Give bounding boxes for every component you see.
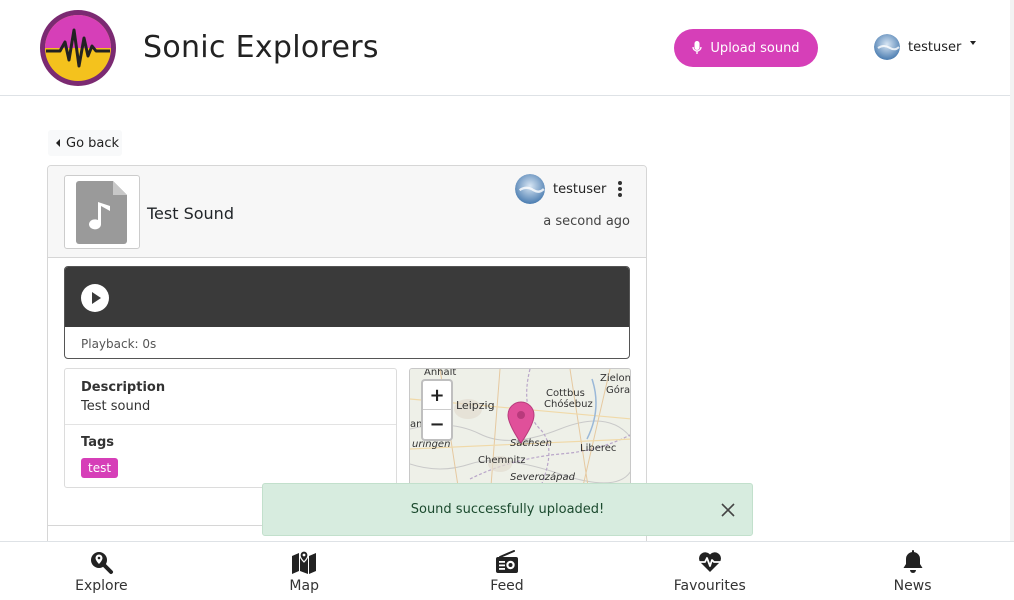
playback-status: Playback: 0s	[81, 337, 157, 351]
username-label: testuser	[908, 39, 962, 55]
map-label: Chemnitz	[478, 455, 526, 466]
description-section: Description Test sound	[65, 369, 396, 425]
page: Sonic Explorers Upload sound testuser Go…	[0, 0, 1014, 600]
map-label: Góra	[606, 385, 631, 396]
more-options-icon[interactable]	[613, 180, 627, 198]
bell-icon	[903, 550, 923, 573]
audio-player: Playback: 0s	[64, 266, 630, 359]
map-label: Severozápad	[510, 472, 575, 483]
scrollbar[interactable]	[1010, 0, 1014, 600]
tag-chip[interactable]: test	[81, 458, 119, 478]
play-button[interactable]	[81, 284, 109, 312]
nav-label-feed: Feed	[490, 578, 524, 594]
heartbeat-icon	[698, 552, 721, 572]
chevron-left-icon	[56, 139, 60, 147]
map-zoom-control: + −	[421, 379, 453, 441]
map-label: Leipzig	[456, 399, 495, 412]
brand-title[interactable]: Sonic Explorers	[143, 30, 379, 65]
author-avatar	[515, 174, 545, 204]
sound-info-panel: Description Test sound Tags test	[64, 368, 397, 488]
nav-label-news: News	[893, 578, 932, 594]
map-marker-icon[interactable]	[506, 401, 536, 445]
toast-message: Sound successfully uploaded!	[410, 502, 605, 517]
map-label: Anhalt	[424, 368, 457, 378]
file-audio-icon	[76, 181, 127, 244]
nav-item-favourites[interactable]: Favourites	[608, 542, 811, 600]
zoom-in-button[interactable]: +	[423, 381, 451, 410]
bottom-nav: Explore Map Feed Favourites News	[0, 541, 1014, 600]
go-back-label: Go back	[66, 135, 120, 151]
description-label: Description	[81, 380, 166, 395]
nav-item-feed[interactable]: Feed	[406, 542, 609, 600]
nav-item-map[interactable]: Map	[203, 542, 406, 600]
tags-section: Tags test	[65, 425, 396, 487]
map-label: Chóśebuz	[544, 399, 593, 410]
nav-label-map: Map	[289, 578, 319, 594]
go-back-button[interactable]: Go back	[48, 130, 122, 156]
success-toast: Sound successfully uploaded!	[262, 483, 753, 536]
author-name: testuser	[553, 181, 607, 197]
nav-label-explore: Explore	[75, 578, 128, 594]
upload-sound-button[interactable]: Upload sound	[674, 29, 818, 67]
map-label: Liberec	[580, 443, 617, 454]
sound-title: Test Sound	[147, 204, 234, 223]
description-value: Test sound	[81, 399, 151, 414]
map-label: Zielon	[600, 373, 631, 384]
waveform-area[interactable]	[65, 267, 629, 327]
radio-icon	[495, 550, 518, 573]
microphone-icon	[692, 41, 703, 54]
sound-thumbnail	[64, 175, 140, 249]
logo-icon[interactable]	[38, 8, 120, 88]
close-icon[interactable]	[720, 502, 736, 518]
upload-sound-label: Upload sound	[710, 40, 800, 56]
chevron-down-icon	[970, 41, 977, 45]
header: Sonic Explorers Upload sound testuser	[0, 0, 1014, 96]
map-label: Cottbus	[546, 388, 585, 399]
tags-label: Tags	[81, 435, 115, 450]
map-icon	[292, 550, 317, 574]
avatar	[874, 34, 900, 60]
nav-label-favourites: Favourites	[673, 578, 746, 594]
nav-item-news[interactable]: News	[811, 542, 1014, 600]
nav-item-explore[interactable]: Explore	[0, 542, 203, 600]
zoom-out-button[interactable]: −	[423, 410, 451, 439]
location-map[interactable]: Anhalt Zielon Góra Cottbus Chóśebuz Leip…	[409, 368, 631, 498]
search-location-icon	[91, 552, 114, 574]
sound-timestamp: a second ago	[543, 214, 630, 229]
sound-card-header: Test Sound testuser a second ago	[48, 166, 646, 258]
user-menu[interactable]: testuser	[874, 34, 977, 60]
sound-author[interactable]: testuser	[515, 174, 606, 204]
